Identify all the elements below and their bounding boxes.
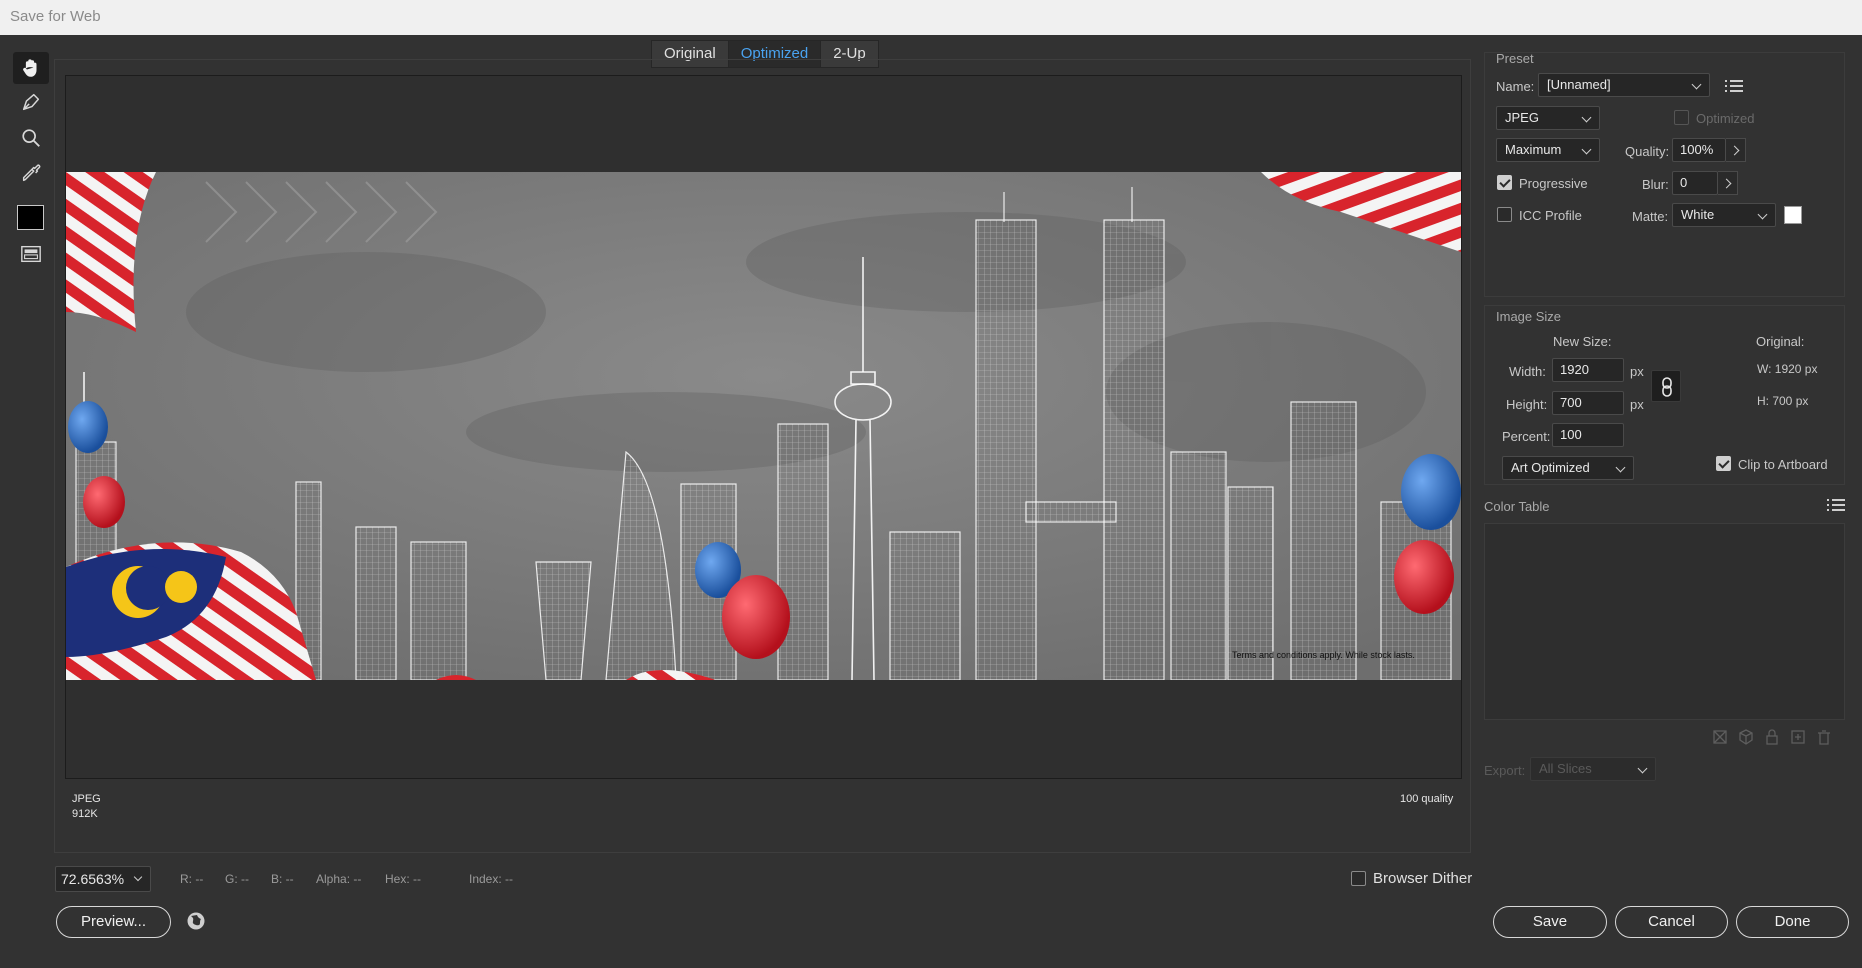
preview-format: JPEG [72, 793, 101, 805]
eyedropper-tool[interactable] [13, 157, 49, 189]
globe-icon [187, 912, 205, 930]
done-button[interactable]: Done [1736, 906, 1849, 938]
original-height: H: 700 px [1757, 394, 1809, 408]
hand-icon [23, 59, 37, 77]
icc-profile-checkbox[interactable] [1497, 207, 1512, 222]
slice-select-tool[interactable] [13, 86, 49, 118]
progressive-label: Progressive [1519, 176, 1588, 191]
hand-tool[interactable] [13, 52, 49, 84]
preview-button[interactable]: Preview... [56, 906, 171, 938]
quality-field[interactable]: 100% [1672, 138, 1726, 162]
original-width: W: 1920 px [1757, 362, 1818, 376]
file-format-select[interactable]: JPEG [1496, 106, 1600, 130]
progressive-checkbox[interactable] [1497, 175, 1512, 190]
optimized-checkbox[interactable] [1674, 110, 1689, 125]
readout-alpha: Alpha: -- [316, 872, 362, 886]
icc-profile-label: ICC Profile [1519, 208, 1582, 223]
readout-r: R: -- [180, 872, 204, 886]
export-label: Export: [1484, 763, 1526, 778]
chevron-down-icon [133, 872, 143, 882]
matte-label: Matte: [1632, 209, 1669, 224]
title-bar: Save for Web [0, 0, 1862, 35]
color-table-label: Color Table [1484, 499, 1550, 514]
preset-name-label: Name: [1496, 79, 1535, 94]
save-button[interactable]: Save [1493, 906, 1607, 938]
link-icon [1662, 377, 1672, 397]
clip-to-artboard-checkbox[interactable] [1716, 456, 1731, 471]
new-size-label: New Size: [1553, 334, 1612, 349]
eyedropper-icon [22, 164, 41, 182]
preview-file-size: 912K [72, 808, 98, 820]
zoom-level-select[interactable]: 72.6563% [55, 866, 151, 892]
width-field[interactable]: 1920 [1552, 358, 1624, 382]
preset-section-label: Preset [1496, 51, 1534, 66]
percent-label: Percent: [1502, 429, 1551, 444]
quality-slider-button[interactable] [1726, 138, 1746, 162]
readout-index: Index: -- [469, 872, 514, 886]
web-snap-icon[interactable] [1739, 729, 1753, 745]
optimized-label: Optimized [1696, 111, 1755, 126]
browser-dither-checkbox[interactable] [1351, 871, 1366, 886]
blur-slider-button[interactable] [1718, 171, 1738, 195]
color-table-menu-icon[interactable] [1827, 498, 1845, 512]
matte-select[interactable]: White [1672, 203, 1776, 227]
height-unit: px [1630, 397, 1644, 412]
blur-label: Blur: [1642, 177, 1669, 192]
readout-g: G: -- [225, 872, 249, 886]
toggle-slices-visibility[interactable] [13, 238, 49, 270]
readout-hex: Hex: -- [385, 872, 421, 886]
color-table[interactable] [1484, 523, 1845, 720]
height-label: Height: [1506, 397, 1548, 412]
browser-dither-label: Browser Dither [1373, 870, 1473, 887]
preview-in-browser-button[interactable] [186, 911, 206, 931]
height-field[interactable]: 700 [1552, 391, 1624, 415]
magnifier-icon [22, 129, 40, 147]
percent-field[interactable]: 100 [1552, 423, 1624, 447]
fine-print: Terms and conditions apply. While stock … [1232, 650, 1415, 660]
width-label: Width: [1509, 364, 1546, 379]
preset-name-select[interactable]: [Unnamed] [1538, 73, 1710, 97]
window-title: Save for Web [10, 8, 101, 25]
cancel-button[interactable]: Cancel [1615, 906, 1728, 938]
lock-color-icon[interactable] [1766, 729, 1778, 745]
preset-menu-icon[interactable] [1725, 79, 1743, 93]
width-unit: px [1630, 364, 1644, 379]
image-size-section-label: Image Size [1496, 309, 1562, 324]
matte-color-swatch[interactable] [1784, 206, 1802, 224]
export-select[interactable]: All Slices [1530, 757, 1656, 781]
zoom-level-value: 72.6563% [61, 871, 125, 887]
add-color-icon[interactable] [1791, 730, 1805, 744]
quality-level-select[interactable]: Maximum [1496, 138, 1600, 162]
readout-b: B: -- [271, 872, 294, 886]
original-size-label: Original: [1756, 334, 1805, 349]
delete-color-icon[interactable] [1818, 730, 1830, 745]
zoom-tool[interactable] [13, 122, 49, 154]
preview-quality: 100 quality [1400, 793, 1454, 805]
artwork-svg: Terms and conditions apply. While stock … [66, 172, 1461, 680]
artwork-image[interactable]: Terms and conditions apply. While stock … [66, 172, 1461, 680]
blur-field[interactable]: 0 [1672, 171, 1718, 195]
color-table-toolbar [1713, 729, 1830, 745]
constrain-proportions-button[interactable] [1651, 370, 1681, 402]
map-transparency-icon[interactable] [1713, 730, 1727, 744]
eyedropper-color-swatch[interactable] [17, 205, 44, 230]
slice-select-icon [22, 93, 40, 111]
resample-select[interactable]: Art Optimized [1502, 456, 1634, 480]
slices-visibility-icon [21, 245, 41, 263]
clip-to-artboard-label: Clip to Artboard [1738, 457, 1828, 472]
quality-label: Quality: [1625, 144, 1670, 159]
